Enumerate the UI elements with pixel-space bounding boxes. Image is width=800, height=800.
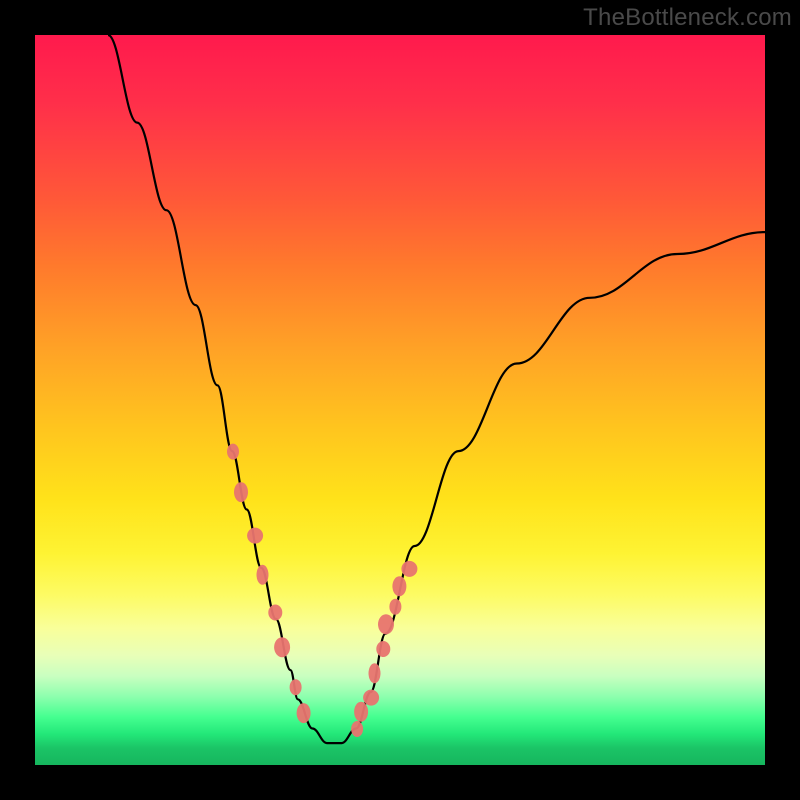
highlight-bead xyxy=(234,482,248,502)
left-highlight-cluster xyxy=(227,444,311,723)
chart-stage: TheBottleneck.com xyxy=(0,0,800,800)
highlight-bead xyxy=(369,663,381,683)
highlight-bead xyxy=(376,641,390,657)
highlight-bead xyxy=(297,703,311,723)
highlight-bead xyxy=(227,444,239,460)
highlight-bead xyxy=(274,637,290,657)
highlight-bead xyxy=(354,702,368,722)
highlight-bead xyxy=(389,599,401,615)
highlight-bead xyxy=(378,614,394,634)
highlight-bead xyxy=(268,605,282,621)
highlight-bead xyxy=(257,565,269,585)
curve-layer xyxy=(35,35,765,765)
highlight-bead xyxy=(392,576,406,596)
highlight-bead xyxy=(290,679,302,695)
watermark-text: TheBottleneck.com xyxy=(583,4,792,32)
bottleneck-curve xyxy=(108,35,765,743)
highlight-bead xyxy=(351,721,363,737)
highlight-bead xyxy=(401,561,417,577)
highlight-bead xyxy=(247,528,263,544)
right-highlight-cluster xyxy=(351,561,417,737)
highlight-bead xyxy=(363,690,379,706)
plot-area xyxy=(35,35,765,765)
